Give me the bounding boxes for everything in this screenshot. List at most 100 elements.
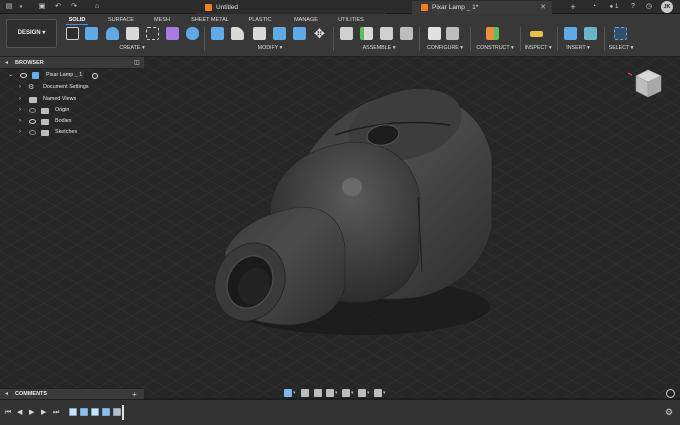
timeline-extrude-feature[interactable] [102,408,110,416]
tab-untitled[interactable]: Untitled [196,1,386,14]
zoom-icon[interactable] [326,389,334,397]
tab-sheet-metal[interactable]: SHEET METAL [190,15,230,25]
chevron-right-icon[interactable]: › [19,94,21,105]
create-sketch-icon[interactable] [66,27,79,40]
pan-icon[interactable] [314,389,322,397]
sweep-icon[interactable] [146,27,159,40]
tab-utilities[interactable]: UTILITIES [336,15,366,25]
tree-item-bodies[interactable]: › Bodies [0,116,144,127]
assemble-menu[interactable]: ASSEMBLE ▾ [355,44,403,52]
new-component-icon[interactable] [340,27,353,40]
shell-icon[interactable] [273,27,286,40]
timeline-marker[interactable] [122,405,124,420]
tree-item-sketches[interactable]: › Sketches [0,127,144,138]
timeline-revolve-feature[interactable] [80,408,88,416]
modify-menu[interactable]: MODIFY ▾ [250,44,290,52]
gear-icon[interactable]: ⚙ [665,407,673,417]
select-menu[interactable]: SELECT ▾ [606,44,636,52]
tab-mesh[interactable]: MESH [152,15,172,25]
pin-icon[interactable]: ◫ [134,57,140,69]
tab-surface[interactable]: SURFACE [106,15,136,25]
close-tab-icon[interactable]: ✕ [540,1,546,14]
combine-icon[interactable] [293,27,306,40]
tree-root[interactable]: ⌄ Pixar Lamp _ 1 [0,70,144,81]
select-icon[interactable] [614,27,627,40]
configure-icon[interactable] [428,27,441,40]
comments-panel[interactable]: ◂ COMMENTS + [0,388,144,399]
revolve-icon[interactable] [106,27,119,40]
tree-item-named-views[interactable]: › Named Views [0,94,144,105]
configure-table-icon[interactable] [446,27,459,40]
fillet-icon[interactable] [231,27,244,40]
chevron-right-icon[interactable]: › [19,105,21,116]
collapse-icon[interactable]: ◂ [5,57,8,69]
chevron-right-icon[interactable]: › [19,82,21,93]
new-tab-icon[interactable]: + [569,3,577,12]
timeline-hole-feature[interactable] [113,408,121,416]
press-pull-icon[interactable] [211,27,224,40]
chevron-down-icon[interactable]: ▾ [293,388,296,398]
tab-plastic[interactable]: PLASTIC [246,15,274,25]
file-menu-icon[interactable]: ▤ [5,3,13,11]
joint-icon[interactable] [360,27,373,40]
display-settings-icon[interactable] [342,389,350,397]
tab-solid[interactable]: SOLID [66,15,88,25]
refresh-icon[interactable] [666,389,675,398]
home-icon[interactable]: ⌂ [93,3,101,11]
offset-plane-icon[interactable] [486,27,499,40]
visibility-icon[interactable] [20,73,27,78]
form-icon[interactable] [166,27,179,40]
tab-manage[interactable]: MANAGE [290,15,322,25]
chevron-down-icon[interactable]: ▾ [367,388,370,398]
dropdown-icon[interactable]: ▾ [17,3,25,11]
chamfer-icon[interactable] [253,27,266,40]
extrude-icon[interactable] [85,27,98,40]
hole-icon[interactable] [126,27,139,40]
notifications-icon[interactable]: ● 1 [606,3,622,11]
viewcube[interactable] [628,67,668,105]
activate-radio[interactable] [92,72,98,79]
construct-menu[interactable]: CONSTRUCT ▾ [474,44,516,52]
chevron-down-icon[interactable]: ⌄ [8,70,13,81]
tab-pixar-lamp[interactable]: Pixar Lamp _ 1* ✕ [412,1,552,14]
chevron-down-icon[interactable]: ▾ [351,388,354,398]
inspect-menu[interactable]: INSPECT ▾ [522,44,554,52]
joint-origin-icon[interactable] [400,27,413,40]
save-icon[interactable]: ▣ [38,3,46,11]
move-icon[interactable]: ✥ [313,27,326,40]
help-icon[interactable]: ? [629,3,637,11]
undo-icon[interactable]: ↶ [54,3,62,11]
step-back-icon[interactable]: ◀ [17,409,22,417]
clock-icon[interactable]: ◷ [645,3,653,11]
step-forward-icon[interactable]: ▶ [41,409,46,417]
timeline-sketch-feature[interactable] [91,408,99,416]
chevron-right-icon[interactable]: › [19,127,21,138]
grid-settings-icon[interactable] [358,389,366,397]
insert-derive-icon[interactable] [564,27,577,40]
tree-item-origin[interactable]: › Origin [0,105,144,116]
viewports-icon[interactable] [374,389,382,397]
go-to-start-icon[interactable]: ⏮ [5,409,11,417]
hidden-icon[interactable] [29,108,36,113]
tree-item-document-settings[interactable]: › ⚙ Document Settings [0,82,144,93]
insert-menu[interactable]: INSERT ▾ [562,44,594,52]
measure-icon[interactable] [530,31,543,37]
visibility-icon[interactable] [29,119,36,124]
redo-icon[interactable]: ↷ [70,3,78,11]
look-at-icon[interactable] [301,389,309,397]
play-icon[interactable]: ▶ [29,409,34,417]
configure-menu[interactable]: CONFIGURE ▾ [423,44,467,52]
pattern-icon[interactable] [186,27,199,40]
create-menu[interactable]: CREATE ▾ [112,44,152,52]
chevron-right-icon[interactable]: › [19,116,21,127]
go-to-end-icon[interactable]: ⏭ [53,409,59,417]
user-avatar[interactable]: JK [661,1,673,13]
timeline-sketch-feature[interactable] [69,408,77,416]
extensions-icon[interactable]: ◔ [590,3,598,11]
workspace-switcher[interactable]: DESIGN ▾ [6,19,57,48]
as-built-joint-icon[interactable] [380,27,393,40]
browser-header[interactable]: ◂ BROWSER ◫ [0,57,144,69]
hidden-icon[interactable] [29,130,36,135]
chevron-down-icon[interactable]: ▾ [383,388,386,398]
chevron-down-icon[interactable]: ▾ [335,388,338,398]
